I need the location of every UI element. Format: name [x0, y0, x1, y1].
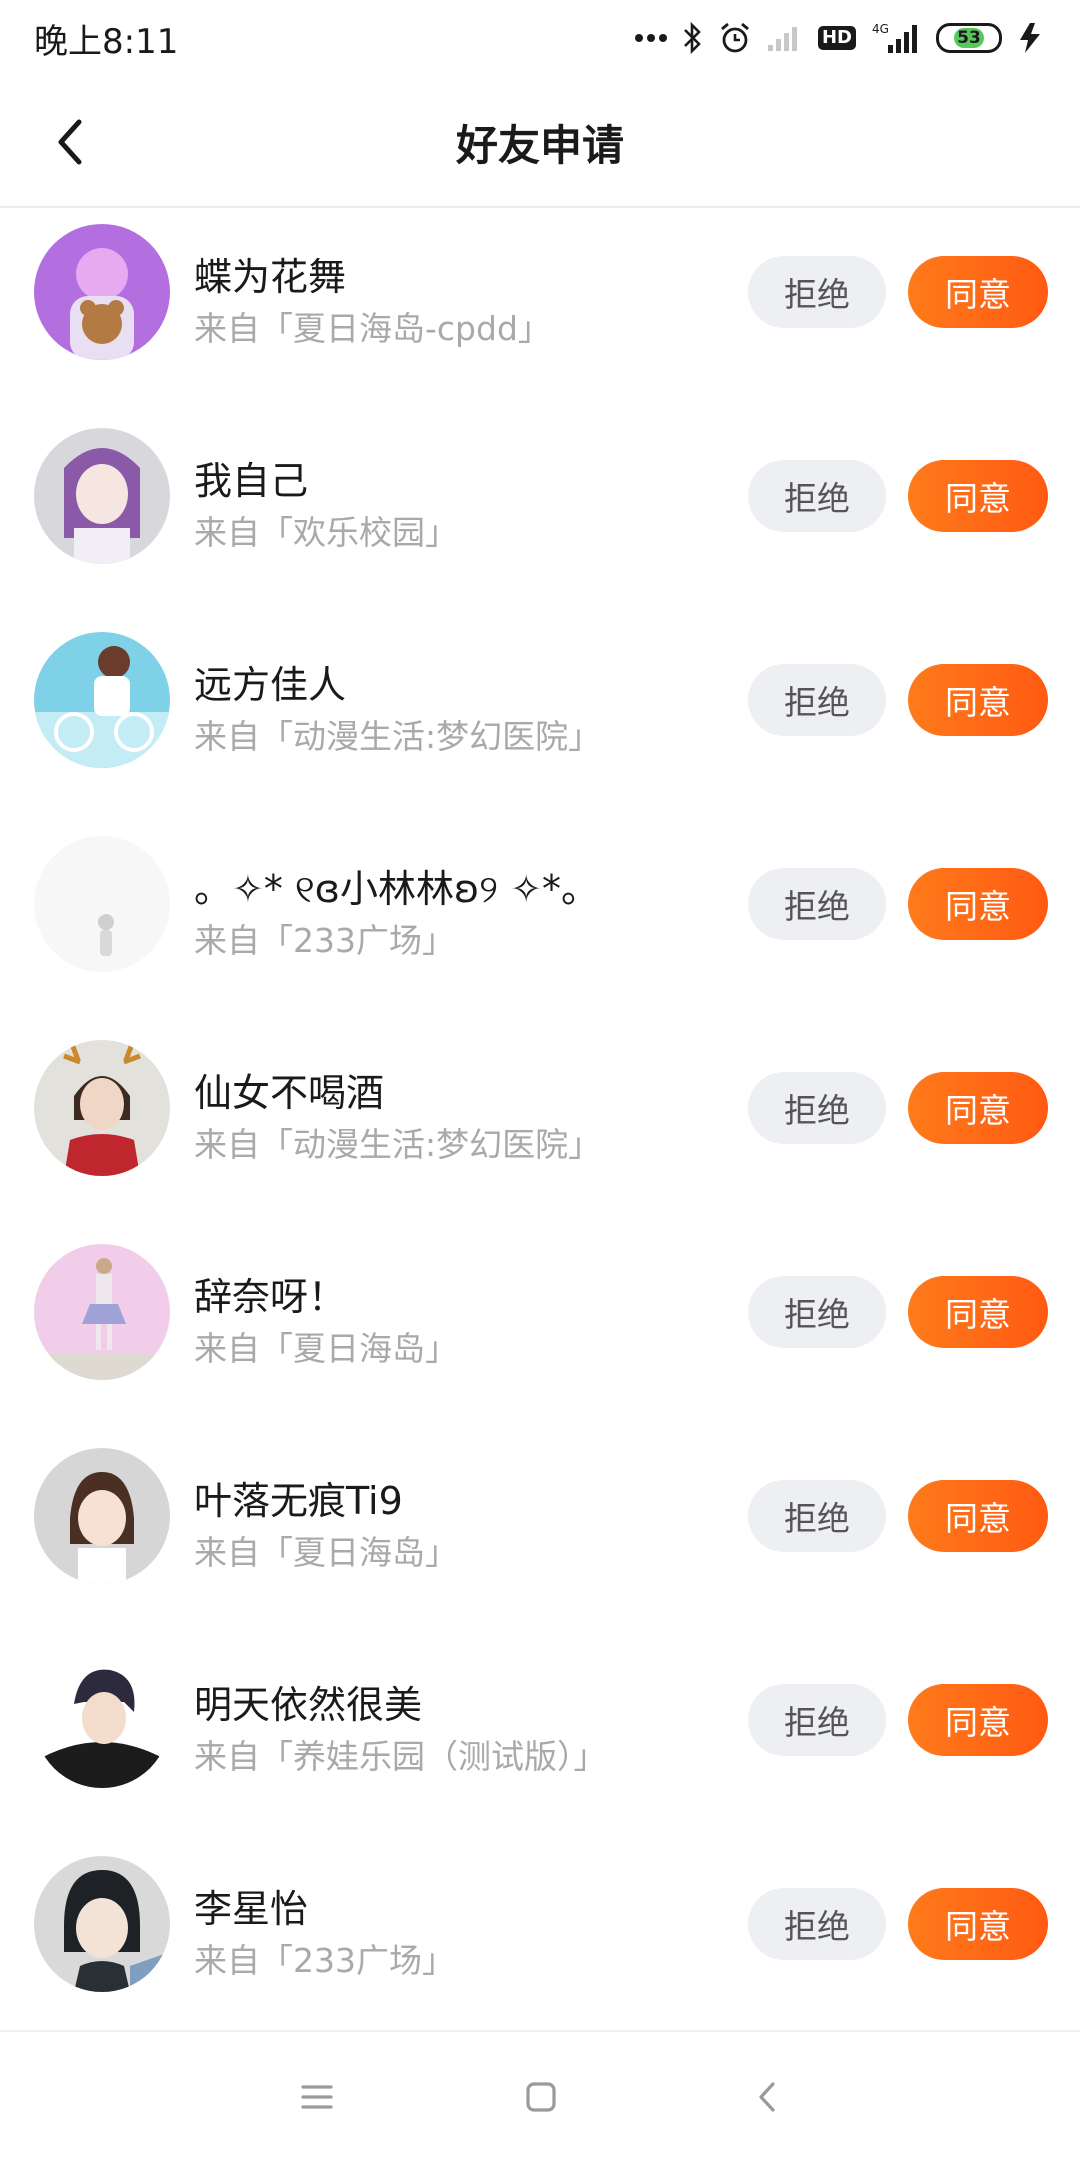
page-title: 好友申请 [455, 120, 624, 170]
avatar[interactable] [34, 1040, 170, 1176]
request-source: 来自「夏日海岛」 [194, 1533, 458, 1572]
accept-button[interactable]: 同意 [908, 1072, 1048, 1144]
friend-request-list: 蝶为花舞 来自「夏日海岛-cpdd」 拒绝 同意 我自己 来自「欢乐校园」 拒绝… [0, 210, 1080, 2046]
menu-icon [301, 2085, 333, 2109]
home-button[interactable] [516, 2072, 566, 2122]
list-item: 。✧* ୧ɞ小林林ʚ୨ ✧*。 来自「233广场」 拒绝 同意 [0, 822, 1080, 1026]
accept-button[interactable]: 同意 [908, 1480, 1048, 1552]
list-item: 蝶为花舞 来自「夏日海岛-cpdd」 拒绝 同意 [0, 210, 1080, 414]
back-arrow-icon [759, 2082, 775, 2112]
svg-text:4G: 4G [872, 22, 889, 36]
request-source: 来自「养娃乐园（测试版）」 [194, 1737, 607, 1776]
signal-4g-icon: 4G [870, 21, 922, 55]
avatar[interactable] [34, 836, 170, 972]
header: 好友申请 [0, 76, 1080, 208]
request-source: 来自「夏日海岛-cpdd」 [194, 309, 551, 348]
accept-button[interactable]: 同意 [908, 1276, 1048, 1348]
avatar[interactable] [34, 1652, 170, 1788]
battery-icon: 53 [936, 23, 1002, 53]
list-item: 明天依然很美 来自「养娃乐园（测试版）」 拒绝 同意 [0, 1638, 1080, 1842]
requester-name: 辞奈呀！ [194, 1275, 347, 1319]
avatar[interactable] [34, 1856, 170, 1992]
requester-name: 远方佳人 [194, 663, 347, 707]
signal-weak-icon [766, 23, 804, 53]
accept-button[interactable]: 同意 [908, 1684, 1048, 1756]
home-square-icon [526, 2082, 556, 2112]
accept-button[interactable]: 同意 [908, 256, 1048, 328]
reject-button[interactable]: 拒绝 [748, 1480, 886, 1552]
requester-name: 仙女不喝酒 [194, 1071, 385, 1115]
battery-level: 53 [953, 28, 985, 48]
accept-button[interactable]: 同意 [908, 868, 1048, 940]
hd-badge: HD [817, 26, 856, 50]
requester-name: 叶落无痕Ti9 [194, 1479, 403, 1523]
requester-name: 蝶为花舞 [194, 255, 347, 299]
bluetooth-icon [682, 21, 704, 55]
requester-name: 我自己 [194, 459, 309, 503]
reject-button[interactable]: 拒绝 [748, 664, 886, 736]
avatar[interactable] [34, 1448, 170, 1584]
reject-button[interactable]: 拒绝 [748, 868, 886, 940]
request-source: 来自「夏日海岛」 [194, 1329, 458, 1368]
requester-name: 明天依然很美 [194, 1683, 423, 1727]
request-source: 来自「动漫生活:梦幻医院」 [194, 1125, 602, 1164]
avatar[interactable] [34, 224, 170, 360]
list-item: 叶落无痕Ti9 来自「夏日海岛」 拒绝 同意 [0, 1434, 1080, 1638]
request-source: 来自「233广场」 [194, 1941, 455, 1980]
accept-button[interactable]: 同意 [908, 460, 1048, 532]
avatar[interactable] [34, 1244, 170, 1380]
charging-icon [1016, 21, 1046, 55]
status-icons: HD 4G 53 [634, 21, 1046, 55]
back-nav-button[interactable] [742, 2072, 792, 2122]
accept-button[interactable]: 同意 [908, 1888, 1048, 1960]
reject-button[interactable]: 拒绝 [748, 256, 886, 328]
list-item: 李星怡 来自「233广场」 拒绝 同意 [0, 1842, 1080, 2046]
request-source: 来自「动漫生活:梦幻医院」 [194, 717, 602, 756]
requester-name: 。✧* ୧ɞ小林林ʚ୨ ✧*。 [194, 867, 600, 911]
reject-button[interactable]: 拒绝 [748, 1888, 886, 1960]
list-item: 我自己 来自「欢乐校园」 拒绝 同意 [0, 414, 1080, 618]
list-item: 仙女不喝酒 来自「动漫生活:梦幻医院」 拒绝 同意 [0, 1026, 1080, 1230]
status-bar: 晚上8:11 HD 4G 53 [0, 0, 1080, 76]
system-nav-bar [0, 2030, 1080, 2160]
reject-button[interactable]: 拒绝 [748, 1072, 886, 1144]
requester-name: 李星怡 [194, 1887, 309, 1931]
request-source: 来自「欢乐校园」 [194, 513, 458, 552]
more-dots-icon [634, 33, 668, 43]
avatar[interactable] [34, 632, 170, 768]
status-time: 晚上8:11 [34, 21, 179, 62]
reject-button[interactable]: 拒绝 [748, 460, 886, 532]
avatar[interactable] [34, 428, 170, 564]
list-item: 辞奈呀！ 来自「夏日海岛」 拒绝 同意 [0, 1230, 1080, 1434]
alarm-icon [718, 21, 752, 55]
reject-button[interactable]: 拒绝 [748, 1276, 886, 1348]
menu-button[interactable] [292, 2072, 342, 2122]
reject-button[interactable]: 拒绝 [748, 1684, 886, 1756]
request-source: 来自「233广场」 [194, 921, 455, 960]
accept-button[interactable]: 同意 [908, 664, 1048, 736]
list-item: 远方佳人 来自「动漫生活:梦幻医院」 拒绝 同意 [0, 618, 1080, 822]
